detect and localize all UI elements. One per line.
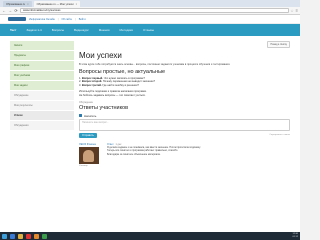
post-body: Ответ 1 дек Я делала задание и не понима… (107, 143, 290, 167)
browser-tab-1[interactable]: Образование.ru × (3, 1, 32, 7)
nav-item-7[interactable]: Отзывы (143, 28, 154, 32)
sidebar-item-4[interactable]: Мои учебники (10, 71, 74, 80)
main-nav: Тест Задачи 1-4 Вопросы Видеокурс Мнения… (0, 24, 300, 36)
web-page: Информатика Онлайн | Об сайте | Войти Те… (0, 15, 300, 232)
post-author-col: ЛЕСЯ Фокина Ученица (79, 143, 103, 167)
nav-item-3[interactable]: Вопросы (52, 28, 64, 32)
taskbar-app-chrome-icon[interactable] (42, 233, 47, 239)
avatar[interactable] (79, 146, 99, 164)
nav-item-4[interactable]: Видеокурс (74, 28, 89, 32)
browser-tab-2-title: Образование.ru — Мои успехи (36, 2, 74, 6)
os-taskbar: 12:30 01.12 (0, 232, 300, 240)
note-text: Не бойтесь задавать вопросы — это помога… (79, 93, 146, 97)
page-title: Мои успехи (79, 51, 122, 60)
browser-tab-strip: Образование.ru × Образование.ru — Мои ус… (0, 0, 300, 7)
pencil-icon (79, 114, 82, 118)
sidebar-item-5[interactable]: Мои задачи (10, 81, 74, 90)
rule-item: 3. Вопрос третий. Где найти ошибку в реш… (79, 84, 290, 88)
nav-item-6[interactable]: Методики (120, 28, 133, 32)
back-to-list-button[interactable]: Назад к списку (267, 41, 290, 48)
sidebar-item-2[interactable]: Предметы (10, 51, 74, 60)
post-author[interactable]: ЛЕСЯ Фокина (79, 143, 103, 146)
header-separator: | (75, 17, 76, 21)
main-topline: Назад к списку (79, 41, 290, 48)
tab-close-icon[interactable]: × (76, 3, 78, 6)
sidebar-item-9[interactable]: Обсуждения (10, 121, 74, 130)
taskbar-app-yandex-icon[interactable] (26, 233, 31, 239)
system-clock[interactable]: 12:30 01.12 (293, 233, 298, 239)
sidebar-item-3[interactable]: Мои графики (10, 61, 74, 70)
sidebar-item-1[interactable]: Записи (10, 41, 74, 50)
taskbar-app-explorer-icon[interactable] (18, 233, 23, 239)
sidebar: Записи Предметы Мои графики Мои учебники… (10, 41, 74, 167)
rule-number: 3. (79, 84, 82, 88)
browser-tab-1-title: Образование.ru (6, 2, 26, 6)
browser-tab-2[interactable]: Образование.ru — Мои успехи × (33, 1, 81, 7)
browser-toolbar: ← → ⟳ www.informatika.ru/my/success ☆ ≡ (0, 7, 300, 15)
comment-form-label: Написать (84, 113, 97, 118)
note-text: Используйте подсказки и правила написани… (79, 89, 147, 93)
taskbar-app-media-icon[interactable] (34, 233, 39, 239)
start-button[interactable] (2, 233, 7, 239)
comment-form-header: Написать (79, 114, 290, 118)
taskbar-app-ie-icon[interactable] (10, 233, 15, 239)
sidebar-item-7[interactable]: Мои результаты (10, 101, 74, 110)
comment-form-footer: Отправить Сортировать: новые (79, 132, 290, 138)
address-url: www.informatika.ru/my/success (23, 9, 61, 12)
address-bar[interactable]: www.informatika.ru/my/success (20, 7, 289, 14)
section-title: Вопросы простые, но актуальные (79, 68, 166, 75)
header-link-2[interactable]: Об сайте (61, 18, 72, 21)
post-item: ЛЕСЯ Фокина Ученица Ответ 1 дек Я делала… (79, 143, 290, 167)
clock-date: 01.12 (292, 236, 298, 238)
comment-input[interactable]: Напишите ваш вопрос... (79, 118, 290, 131)
site-logo[interactable] (8, 17, 26, 21)
rule-text: Где найти ошибку в решении? (102, 84, 139, 88)
discussion-label: Обсуждение (79, 100, 93, 104)
content-area: Записи Предметы Мои графики Мои учебники… (0, 36, 300, 167)
reload-icon[interactable]: ⟳ (14, 8, 18, 13)
nav-item-2[interactable]: Задачи 1-4 (26, 28, 41, 32)
sidebar-item-success[interactable]: Успехи (10, 111, 74, 120)
tab-close-icon[interactable]: × (27, 3, 29, 6)
header-link-1[interactable]: Информатика Онлайн (29, 18, 55, 21)
intro-text: В этом курсе тебе потребуется знать осно… (79, 63, 231, 66)
answers-title: Ответы участников (79, 104, 129, 111)
header-link-login[interactable]: Войти (79, 18, 86, 21)
rule-number: 2. (79, 80, 82, 84)
header-separator: | (57, 17, 59, 21)
send-button[interactable]: Отправить (79, 132, 97, 138)
sort-control[interactable]: Сортировать: новые (269, 134, 290, 136)
forward-arrow-icon[interactable]: → (8, 8, 12, 13)
sidebar-item-6[interactable]: Обсуждение (10, 91, 74, 100)
comment-placeholder: Напишите ваш вопрос... (82, 120, 109, 124)
rule-lead: Вопрос третий. (81, 84, 102, 88)
rule-text: Почему переменная не выводит значение? (102, 80, 156, 84)
rule-lead: Вопрос второй. (81, 80, 103, 84)
bookmark-star-icon[interactable]: ☆ (291, 9, 294, 13)
nav-item-1[interactable]: Тест (10, 28, 16, 32)
note-item: Не бойтесь задавать вопросы — это помога… (79, 94, 290, 98)
back-arrow-icon[interactable]: ← (2, 8, 6, 13)
main-content: Назад к списку Мои успехи В этом курсе т… (79, 41, 290, 167)
nav-item-5[interactable]: Мнения (99, 28, 110, 32)
post-text: Благодарю за понятное объяснение материа… (107, 152, 161, 156)
post-author-rank: Ученица (79, 164, 88, 167)
site-header: Информатика Онлайн | Об сайте | Войти (0, 15, 300, 24)
browser-menu-icon[interactable]: ≡ (296, 8, 298, 13)
